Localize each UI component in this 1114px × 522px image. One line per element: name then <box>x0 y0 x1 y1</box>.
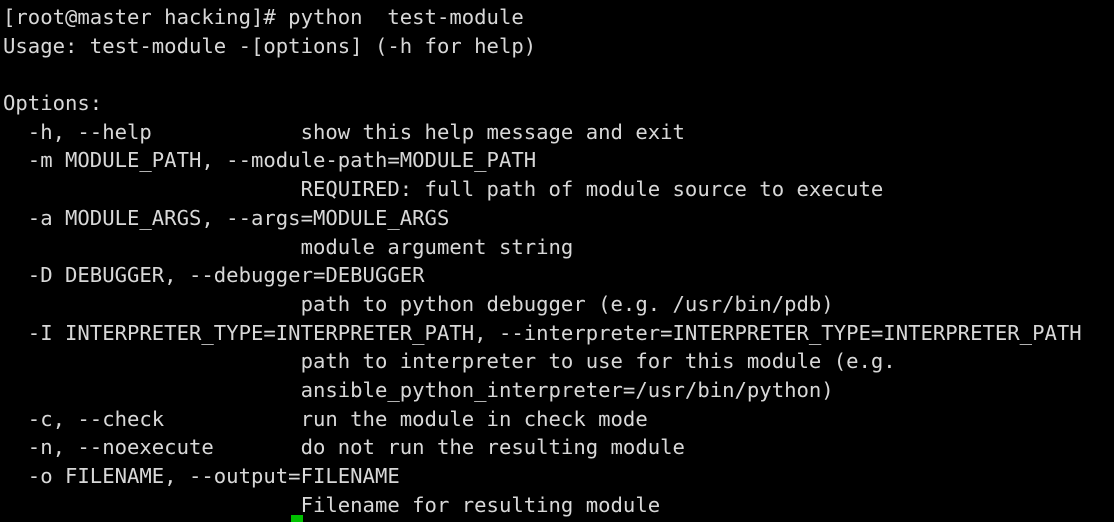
prompt-command-line: [root@master hacking]# python test-modul… <box>3 5 524 29</box>
option-noexecute: -n, --noexecute do not run the resulting… <box>3 435 685 460</box>
option-interpreter: -I INTERPRETER_TYPE=INTERPRETER_PATH, --… <box>3 320 1082 345</box>
option-args: -a MODULE_ARGS, --args=MODULE_ARGS <box>3 205 450 230</box>
option-module-path: -m MODULE_PATH, --module-path=MODULE_PAT… <box>3 148 537 173</box>
terminal-window[interactable]: [root@master hacking]# python test-modul… <box>0 0 1114 522</box>
options-heading: Options: <box>3 91 103 116</box>
usage-line: Usage: test-module -[options] (-h for he… <box>3 33 537 58</box>
terminal-cursor <box>291 515 303 522</box>
option-output: -o FILENAME, --output=FILENAME <box>3 464 400 488</box>
option-check: -c, --check run the module in check mode <box>3 406 648 431</box>
option-module-path-desc: REQUIRED: full path of module source to … <box>3 177 884 202</box>
option-debugger-desc: path to python debugger (e.g. /usr/bin/p… <box>3 291 834 316</box>
option-debugger: -D DEBUGGER, --debugger=DEBUGGER <box>3 263 425 288</box>
option-args-desc: module argument string <box>3 234 574 259</box>
option-interpreter-desc-1: path to interpreter to use for this modu… <box>3 349 896 374</box>
option-help: -h, --help show this help message and ex… <box>3 119 685 144</box>
option-output-desc: Filename for resulting module <box>3 492 661 517</box>
option-interpreter-desc-2: ansible_python_interpreter=/usr/bin/pyth… <box>3 377 834 402</box>
